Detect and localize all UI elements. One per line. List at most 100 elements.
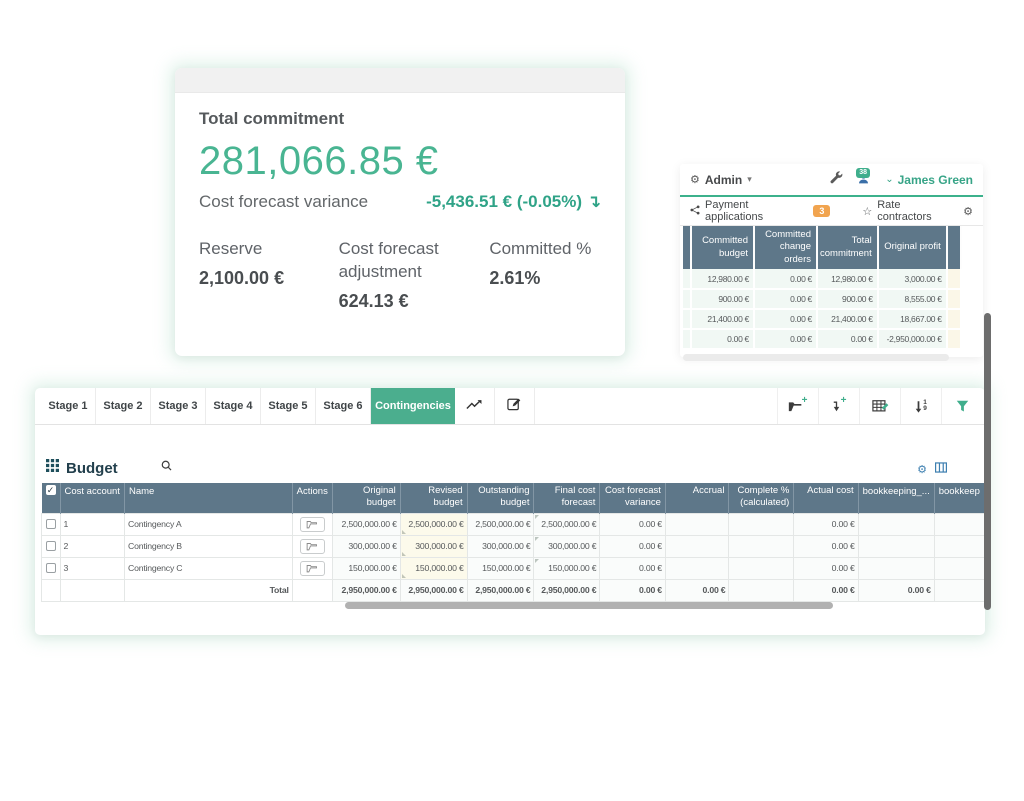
user-menu[interactable]: ⌄ James Green xyxy=(885,173,973,187)
header-cell-sliver xyxy=(683,226,691,269)
row-select-cell xyxy=(42,513,61,535)
cell-value: 12,980.00 € xyxy=(691,269,754,289)
tab-stage-5[interactable]: Stage 5 xyxy=(261,388,316,424)
plus-icon: + xyxy=(841,395,847,406)
cost-account-cell: 2 xyxy=(60,535,125,557)
cell-value xyxy=(665,535,729,557)
open-folder-button[interactable] xyxy=(300,561,325,576)
wrench-icon[interactable] xyxy=(830,171,843,189)
cell-value xyxy=(729,513,794,535)
add-folder-button[interactable]: + xyxy=(777,388,818,424)
stat-value: 2.61% xyxy=(489,268,601,289)
cell-value: 12,980.00 € xyxy=(817,269,878,289)
cell-value xyxy=(934,557,984,579)
table-header-row: Committed budgetCommitted change ordersT… xyxy=(683,226,961,269)
column-header: Accrual xyxy=(665,483,729,513)
page: Total commitment 281,066.85 € Cost forec… xyxy=(0,0,1024,801)
total-commitment-amount: 281,066.85 € xyxy=(199,139,601,184)
open-folder-button[interactable] xyxy=(300,517,325,532)
budget-toolbar: Stage 1Stage 2Stage 3Stage 4Stage 5Stage… xyxy=(35,388,985,425)
total-empty xyxy=(42,579,61,601)
tab-payment-applications[interactable]: Payment applications 3 xyxy=(690,199,830,223)
cell-value xyxy=(729,557,794,579)
total-value: 0.00 € xyxy=(665,579,729,601)
horizontal-scrollbar-thumb[interactable] xyxy=(345,602,833,609)
column-header: Actions xyxy=(292,483,332,513)
table-settings-gear-icon[interactable]: ⚙ xyxy=(917,463,927,476)
total-commitment-card: Total commitment 281,066.85 € Cost forec… xyxy=(175,68,625,356)
card-header-strip xyxy=(175,68,625,93)
sort-numeric-button[interactable]: 19 xyxy=(900,388,941,424)
cell-value xyxy=(858,557,934,579)
tab-stage-3[interactable]: Stage 3 xyxy=(151,388,206,424)
select-all-checkbox[interactable]: ✓ xyxy=(46,485,56,495)
cell-partial xyxy=(947,309,961,329)
edit-table-button[interactable] xyxy=(859,388,900,424)
tab-stage-6[interactable]: Stage 6 xyxy=(316,388,371,424)
vertical-scrollbar[interactable] xyxy=(984,313,991,610)
cell-value: 0.00 € xyxy=(754,329,817,349)
row-checkbox[interactable] xyxy=(46,541,56,551)
sort-digits: 19 xyxy=(923,400,927,412)
cell-value: 0.00 € xyxy=(794,557,858,579)
cell-value: 0.00 € xyxy=(754,289,817,309)
table-row: 2Contingency B300,000.00 €300,000.00 €30… xyxy=(42,535,985,557)
open-folder-button[interactable] xyxy=(300,539,325,554)
table-row: 12,980.00 €0.00 €12,980.00 €3,000.00 € xyxy=(683,269,961,289)
admin-horizontal-scrollbar[interactable] xyxy=(683,354,949,361)
tab-contingencies[interactable]: Contingencies xyxy=(371,388,455,424)
admin-tabs-row: Payment applications 3 ☆ Rate contractor… xyxy=(680,197,983,226)
column-header: Complete % (calculated) xyxy=(729,483,794,513)
column-header: Revised budget xyxy=(400,483,467,513)
tab-stage-1[interactable]: Stage 1 xyxy=(41,388,96,424)
share-icon xyxy=(690,205,700,218)
column-header: bookkeeping_... xyxy=(858,483,934,513)
tab-stage-4[interactable]: Stage 4 xyxy=(206,388,261,424)
stat-value: 2,100.00 € xyxy=(199,268,339,289)
cell-value: 18,667.00 € xyxy=(878,309,947,329)
cell-partial xyxy=(947,329,961,349)
cell-sliver xyxy=(683,269,691,289)
cell-value: 0.00 € xyxy=(754,269,817,289)
column-header: Original budget xyxy=(332,483,400,513)
cell-value: 2,500,000.00 € xyxy=(400,513,467,535)
name-cell: Contingency B xyxy=(125,535,293,557)
grid-icon xyxy=(46,459,59,477)
total-empty xyxy=(292,579,332,601)
name-cell: Contingency A xyxy=(125,513,293,535)
columns-icon[interactable] xyxy=(935,460,947,478)
cell-value: 0.00 € xyxy=(794,535,858,557)
filter-button[interactable] xyxy=(941,388,982,424)
column-header: bookkeep xyxy=(934,483,984,513)
total-value: 2,950,000.00 € xyxy=(467,579,534,601)
admin-menu[interactable]: ⚙ Admin ▾ xyxy=(690,173,752,187)
select-all-header: ✓ xyxy=(42,483,61,513)
cell-value: 0.00 € xyxy=(817,329,878,349)
caret-down-icon: ▾ xyxy=(747,174,752,185)
cell-partial xyxy=(947,269,961,289)
card-title: Total commitment xyxy=(199,109,601,129)
cell-sliver xyxy=(683,289,691,309)
tab-rate-contractors[interactable]: ☆ Rate contractors xyxy=(862,199,957,223)
notifications-icon[interactable]: 38 xyxy=(855,170,873,190)
stat-label: Reserve xyxy=(199,238,339,261)
total-value: 2,950,000.00 € xyxy=(332,579,400,601)
line-chart-icon xyxy=(466,397,484,415)
settings-gear-icon[interactable]: ⚙ xyxy=(963,205,973,218)
stat-item: Reserve 2,100.00 € xyxy=(199,238,339,312)
cell-value: 900.00 € xyxy=(691,289,754,309)
search-icon[interactable] xyxy=(160,459,173,477)
table-tools: + + 19 xyxy=(777,388,982,424)
star-icon: ☆ xyxy=(862,205,872,218)
row-checkbox[interactable] xyxy=(46,563,56,573)
total-value: 2,950,000.00 € xyxy=(400,579,467,601)
import-rows-button[interactable]: + xyxy=(818,388,859,424)
tab-stage-2[interactable]: Stage 2 xyxy=(96,388,151,424)
name-cell: Contingency C xyxy=(125,557,293,579)
column-header: Name xyxy=(125,483,293,513)
total-value: 2,950,000.00 € xyxy=(534,579,600,601)
row-checkbox[interactable] xyxy=(46,519,56,529)
notification-count-badge: 38 xyxy=(856,168,870,178)
edit-tab[interactable] xyxy=(495,388,535,424)
chart-tab[interactable] xyxy=(455,388,495,424)
